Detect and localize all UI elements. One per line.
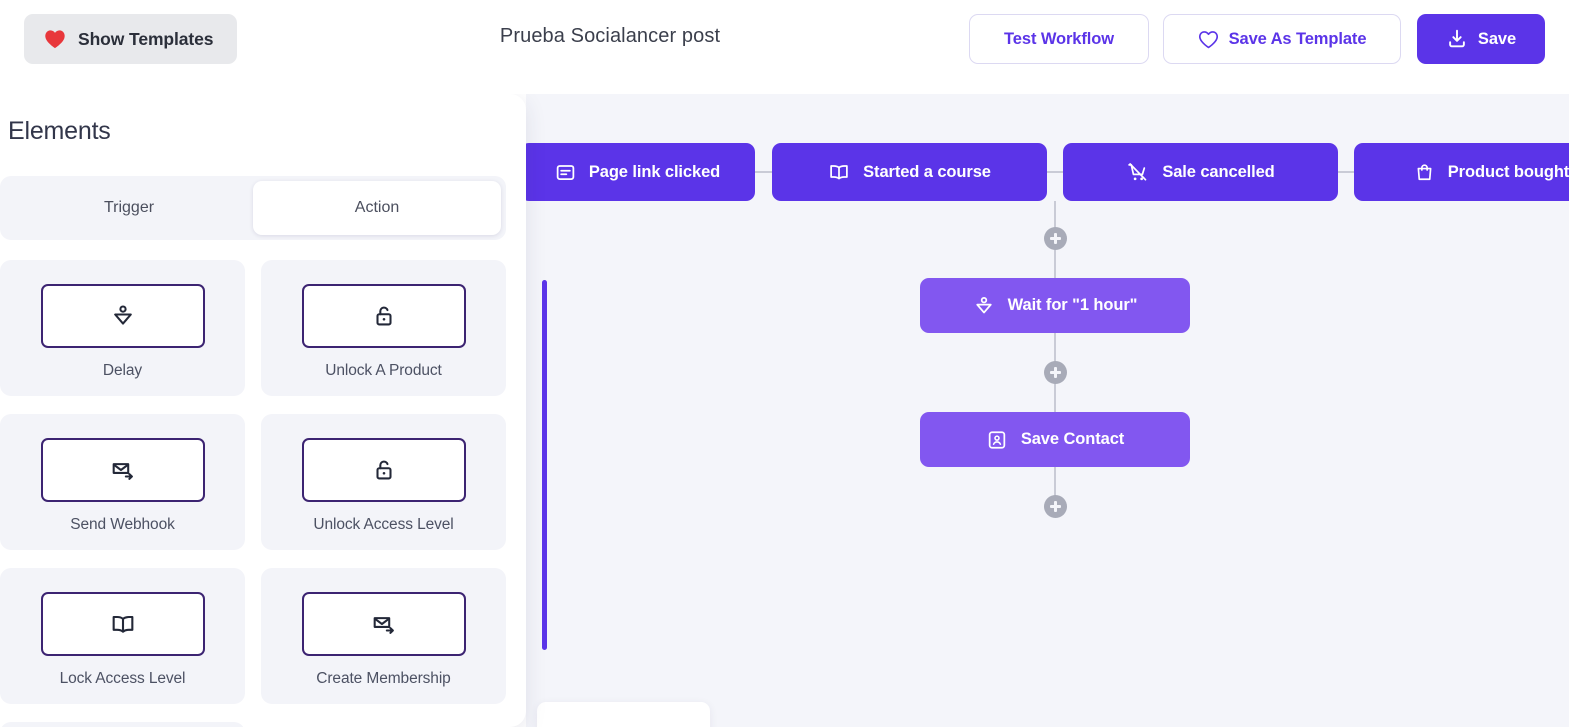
element-card-delay[interactable]: Delay [0, 260, 245, 396]
trigger-connector [755, 171, 772, 173]
trigger-node-label: Product bought [1447, 162, 1569, 181]
heart-outline-icon [1198, 30, 1219, 49]
element-card-unlock-a-product[interactable]: Unlock A Product [261, 260, 506, 396]
tab-trigger[interactable]: Trigger [5, 181, 253, 235]
mail-arrow-icon [110, 457, 136, 483]
book-open-icon [828, 161, 850, 183]
element-card-label: Send Webhook [70, 516, 175, 533]
canvas-bottom-card[interactable] [537, 702, 710, 727]
test-workflow-button[interactable]: Test Workflow [969, 14, 1149, 64]
trigger-connector [1047, 171, 1063, 173]
save-as-template-label: Save As Template [1228, 29, 1367, 48]
add-step-button[interactable] [1044, 227, 1067, 250]
tab-action-label: Action [354, 199, 400, 216]
download-icon [1446, 28, 1468, 50]
top-toolbar: Show Templates Prueba Socialancer post T… [0, 0, 1569, 94]
flow-connector [1054, 333, 1056, 363]
action-node-wait[interactable]: Wait for "1 hour" [920, 278, 1190, 333]
add-step-button[interactable] [1044, 361, 1067, 384]
element-card-lock-access-level[interactable]: Lock Access Level [0, 568, 245, 704]
trigger-node-label: Sale cancelled [1162, 162, 1275, 181]
element-card-send-webhook[interactable]: Send Webhook [0, 414, 245, 550]
card-icon-box [301, 592, 466, 656]
mail-arrow-icon [371, 611, 397, 637]
element-card-grid: Delay Unlock A Product Send Webhook Unlo… [0, 260, 506, 727]
book-open-icon [109, 610, 137, 638]
add-step-button[interactable] [1044, 495, 1067, 518]
workflow-canvas[interactable]: Page link clicked Started a course Sale … [526, 94, 1569, 727]
unlock-icon [371, 303, 397, 329]
save-label: Save [1477, 29, 1517, 48]
shopping-bag-icon [1414, 162, 1435, 183]
page-icon [555, 162, 576, 183]
element-card-label: Unlock A Product [325, 362, 442, 379]
action-node-label: Wait for "1 hour" [1007, 296, 1138, 314]
card-icon-box [301, 438, 466, 502]
trigger-node-product-bought[interactable]: Product bought [1354, 143, 1569, 201]
trigger-node-label: Started a course [863, 162, 991, 181]
flow-connector [1054, 381, 1056, 413]
flow-connector [1054, 467, 1056, 497]
save-as-template-button[interactable]: Save As Template [1163, 14, 1401, 64]
panel-title: Elements [8, 117, 111, 145]
unlock-icon [371, 457, 397, 483]
element-card-label: Delay [102, 362, 143, 379]
card-icon-box [301, 284, 466, 348]
action-node-save-contact[interactable]: Save Contact [920, 412, 1190, 467]
tab-action[interactable]: Action [253, 181, 501, 235]
card-icon-box [40, 438, 205, 502]
element-card-label: Unlock Access Level [313, 516, 454, 533]
trigger-connector [1338, 171, 1354, 173]
tab-trigger-label: Trigger [103, 199, 155, 216]
user-inbox-icon [110, 303, 136, 329]
element-card-partial[interactable] [0, 722, 245, 727]
element-card-create-membership[interactable]: Create Membership [261, 568, 506, 704]
card-icon-box [40, 592, 205, 656]
trigger-node-started-a-course[interactable]: Started a course [772, 143, 1047, 201]
user-inbox-icon [973, 295, 995, 317]
trigger-node-page-link-clicked[interactable]: Page link clicked [526, 143, 755, 201]
card-icon-box [40, 284, 205, 348]
contact-card-icon [986, 429, 1008, 451]
element-card-label: Lock Access Level [59, 670, 186, 687]
action-node-label: Save Contact [1020, 430, 1125, 448]
elements-panel: Elements Trigger Action Delay Unlock A P… [0, 94, 526, 727]
flow-connector [1054, 247, 1056, 279]
element-card-unlock-access-level[interactable]: Unlock Access Level [261, 414, 506, 550]
cart-cancel-icon [1126, 161, 1149, 184]
save-button[interactable]: Save [1417, 14, 1545, 64]
panel-scrollbar-thumb[interactable] [542, 280, 547, 650]
trigger-node-sale-cancelled[interactable]: Sale cancelled [1063, 143, 1338, 201]
element-card-label: Create Membership [316, 670, 451, 687]
test-workflow-label: Test Workflow [1004, 29, 1114, 48]
element-type-tabs: Trigger Action [0, 176, 506, 240]
trigger-node-label: Page link clicked [588, 162, 721, 181]
